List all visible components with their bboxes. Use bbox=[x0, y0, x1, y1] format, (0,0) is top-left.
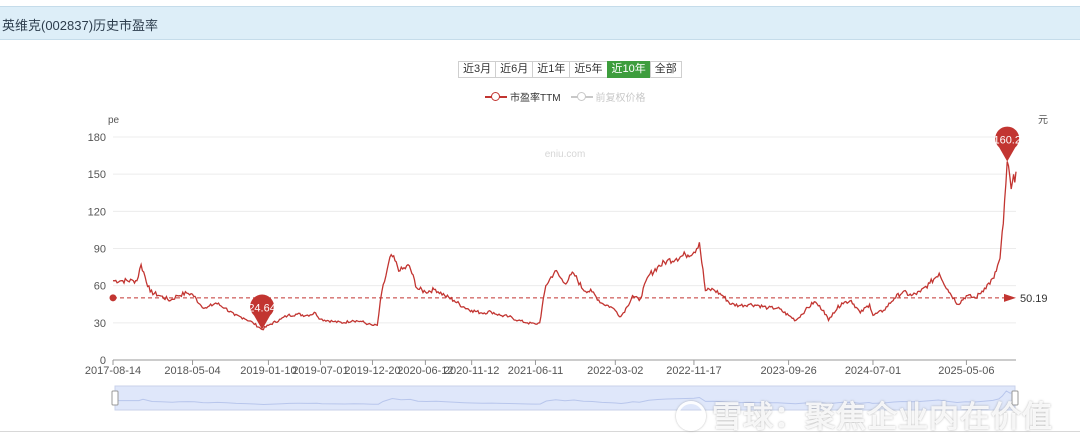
x-tick-label: 2022-11-17 bbox=[666, 365, 721, 377]
x-tick-label: 2019-12-20 bbox=[344, 365, 400, 377]
average-start-dot bbox=[109, 294, 117, 302]
average-label: 50.19 bbox=[1020, 293, 1048, 305]
y2-axis-label: 元 bbox=[1038, 115, 1048, 126]
brand-watermark: 雪球：聚焦企业内在价值 bbox=[676, 392, 1053, 436]
y-tick-label: 150 bbox=[88, 169, 106, 181]
y-tick-label: 120 bbox=[88, 206, 106, 218]
x-tick-label: 2021-06-11 bbox=[508, 365, 563, 377]
x-tick-label: 2022-03-02 bbox=[587, 365, 643, 377]
snowball-logo-icon bbox=[676, 401, 706, 432]
x-tick-label: 2018-05-04 bbox=[164, 365, 220, 377]
x-tick-label: 2020-11-12 bbox=[444, 365, 499, 377]
y-tick-label: 60 bbox=[94, 281, 106, 293]
y-tick-label: 30 bbox=[94, 318, 106, 330]
x-tick-label: 2024-07-01 bbox=[845, 365, 901, 377]
y-axis-label: pe bbox=[108, 115, 120, 126]
pe-chart: 0306090120150180pe 元2017-08-14 2018-05-04 2… bbox=[85, 115, 1048, 411]
marker-label-min: 24.64 bbox=[248, 302, 276, 314]
x-tick-label: 2023-09-26 bbox=[760, 365, 816, 377]
zoom-handle-left[interactable] bbox=[111, 390, 119, 406]
x-tick-label: 2019-01-10 bbox=[240, 365, 296, 377]
brand-watermark-text: 雪球：聚焦企业内在价值 bbox=[712, 401, 1053, 434]
x-tick-label: 2019-07-01 bbox=[292, 365, 348, 377]
x-tick-label: 2017-08-14 bbox=[85, 365, 141, 377]
y-tick-label: 90 bbox=[94, 244, 106, 256]
average-arrow bbox=[1004, 293, 1016, 302]
y-tick-label: 180 bbox=[88, 132, 106, 144]
marker-label-max: 160.2 bbox=[993, 135, 1021, 147]
x-tick-label: 2025-05-06 bbox=[938, 365, 994, 377]
site-watermark: eniu.com bbox=[545, 149, 586, 160]
